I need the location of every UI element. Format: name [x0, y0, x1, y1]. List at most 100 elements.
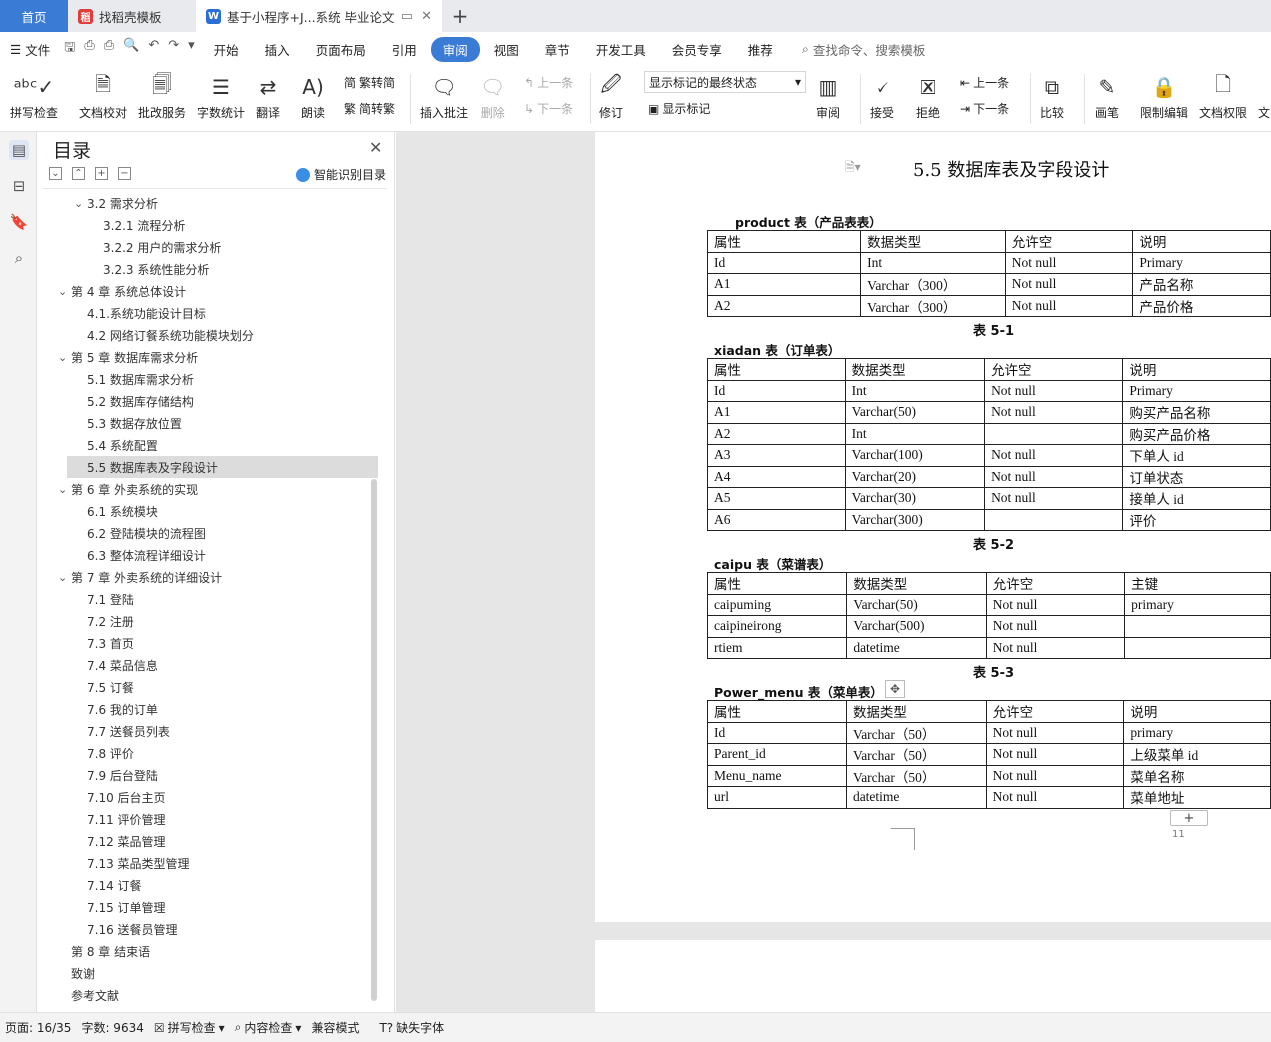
- toc-item[interactable]: ⌄ 第 6 章 外卖系统的实现: [43, 478, 378, 500]
- chevron-down-icon[interactable]: ⌄: [58, 571, 67, 584]
- table-cell[interactable]: 接单人 id: [1122, 487, 1271, 510]
- toc-item[interactable]: 7.1 登陆: [43, 588, 378, 610]
- table-cell[interactable]: 属性: [706, 230, 862, 253]
- outline-pane-icon[interactable]: ⊟: [9, 176, 29, 196]
- table-cell[interactable]: Primary: [1122, 379, 1271, 402]
- tab-pin-icon[interactable]: ▭: [401, 9, 413, 24]
- table-cell[interactable]: Int: [844, 422, 986, 445]
- menu-item-8[interactable]: 会员专享: [660, 37, 734, 62]
- table-cell[interactable]: Varchar(20): [844, 465, 986, 488]
- undo-icon[interactable]: ↶: [148, 38, 159, 60]
- more-button[interactable]: 文: [1258, 70, 1270, 121]
- word-count-button[interactable]: ☰ 字数统计: [197, 70, 245, 121]
- toc-item[interactable]: 4.2 网络订餐系统功能模块划分: [43, 324, 378, 346]
- table-cell[interactable]: 数据类型: [844, 358, 986, 381]
- toc-item[interactable]: 7.4 菜品信息: [43, 654, 378, 676]
- search-icon[interactable]: ⌕: [9, 248, 29, 268]
- toc-item[interactable]: 6.2 登陆模块的流程图: [43, 522, 378, 544]
- table-cell[interactable]: Id: [706, 251, 862, 274]
- menu-item-7[interactable]: 开发工具: [584, 37, 658, 62]
- toc-item[interactable]: 7.7 送餐员列表: [43, 720, 378, 742]
- spell-check-button[interactable]: ᵃᵇᶜ✓ 拼写检查: [10, 70, 58, 121]
- table-cell[interactable]: 购买产品名称: [1122, 401, 1271, 424]
- add-heading-icon[interactable]: +: [95, 167, 108, 180]
- show-markup-button[interactable]: ▣ 显示标记: [648, 100, 710, 117]
- table-cell[interactable]: Menu_name: [707, 764, 847, 787]
- table-cell[interactable]: Not null: [984, 401, 1124, 424]
- translate-button[interactable]: ⇄ 翻译: [256, 70, 280, 121]
- menu-item-5[interactable]: 视图: [482, 37, 531, 62]
- toc-item[interactable]: 6.3 整体流程详细设计: [43, 544, 378, 566]
- document-page[interactable]: 🗎▾ 5.5 数据库表及字段设计 product 表（产品表表） 属性 数据类型 允许…: [595, 132, 1271, 922]
- toc-item[interactable]: 7.10 后台主页: [43, 786, 378, 808]
- table-cell[interactable]: primary: [1124, 593, 1271, 616]
- table-cell[interactable]: A3: [707, 444, 846, 467]
- table-cell[interactable]: datetime: [846, 636, 987, 659]
- table-cell[interactable]: url: [707, 786, 847, 809]
- customize-icon[interactable]: ▾: [188, 38, 195, 60]
- toc-item[interactable]: 3.2.3 系统性能分析: [43, 258, 378, 280]
- toc-item[interactable]: ⌄ 第 7 章 外卖系统的详细设计: [43, 566, 378, 588]
- table-cell[interactable]: Not null: [984, 379, 1124, 402]
- toc-item[interactable]: ⌄ 第 4 章 系统总体设计: [43, 280, 378, 302]
- table-cell[interactable]: 说明: [1123, 700, 1271, 723]
- table-cell[interactable]: 属性: [707, 700, 847, 723]
- table-cell[interactable]: datetime: [845, 786, 987, 809]
- table-cell[interactable]: Not null: [984, 444, 1124, 467]
- table-cell[interactable]: Not null: [1004, 273, 1134, 296]
- save-icon[interactable]: 🖫: [64, 38, 75, 60]
- table-cell[interactable]: Id: [707, 379, 846, 402]
- table-cell[interactable]: 菜单名称: [1123, 764, 1271, 787]
- table-cell[interactable]: 评价: [1122, 508, 1271, 531]
- toc-item[interactable]: 7.8 评价: [43, 742, 378, 764]
- table-cell[interactable]: Not null: [985, 764, 1125, 787]
- pen-button[interactable]: ✎ 画笔: [1095, 70, 1119, 121]
- track-changes-button[interactable]: 🖉 修订: [599, 70, 623, 121]
- new-tab-button[interactable]: +: [442, 0, 478, 32]
- table-cell[interactable]: Not null: [985, 636, 1126, 659]
- table-cell[interactable]: Not null: [1004, 251, 1134, 274]
- data-table[interactable]: 属性 数据类型 允许空 说明 Id Varchar（50） Not null primary P…: [707, 700, 1271, 809]
- toc-item[interactable]: 7.2 注册: [43, 610, 378, 632]
- collapse-icon[interactable]: ⌄: [49, 167, 62, 180]
- table-cell[interactable]: 允许空: [985, 700, 1125, 723]
- tab-template[interactable]: 稻 找稻壳模板: [68, 0, 196, 32]
- toc-item[interactable]: 7.9 后台登陆: [43, 764, 378, 786]
- table-cell[interactable]: A4: [707, 465, 846, 488]
- table-cell[interactable]: Not null: [984, 487, 1124, 510]
- menu-item-9[interactable]: 推荐: [736, 37, 785, 62]
- table-cell[interactable]: Not null: [984, 465, 1124, 488]
- table-cell[interactable]: caipuming: [706, 593, 848, 616]
- close-icon[interactable]: ✕: [421, 9, 432, 24]
- table-cell[interactable]: A1: [706, 273, 862, 296]
- table-cell[interactable]: Parent_id: [707, 743, 847, 766]
- table-cell[interactable]: A2: [706, 294, 862, 317]
- toc-item[interactable]: ⌄ 3.2 需求分析: [43, 192, 378, 214]
- table-cell[interactable]: Not null: [985, 593, 1126, 616]
- data-table[interactable]: 属性 数据类型 允许空 主键 caipuming Varchar(50) Not null p…: [706, 572, 1271, 659]
- toc-item[interactable]: 7.3 首页: [43, 632, 378, 654]
- toc-item[interactable]: 5.3 数据存放位置: [43, 412, 378, 434]
- table-cell[interactable]: Varchar(50): [846, 593, 987, 616]
- toc-item[interactable]: 4.1.系统功能设计目标: [43, 302, 378, 324]
- simp-to-trad-button[interactable]: 繁简转繁: [344, 100, 395, 117]
- table-cell[interactable]: Primary: [1132, 251, 1271, 274]
- file-menu[interactable]: ☰ 文件: [0, 40, 60, 59]
- table-cell[interactable]: 数据类型: [846, 572, 987, 595]
- toc-item[interactable]: 7.6 我的订单: [43, 698, 378, 720]
- table-cell[interactable]: [1124, 636, 1271, 659]
- table-cell[interactable]: Varchar(50): [844, 401, 986, 424]
- toc-item[interactable]: 5.4 系统配置: [43, 434, 378, 456]
- menu-item-1[interactable]: 插入: [253, 37, 302, 62]
- table-cell[interactable]: Id: [707, 721, 847, 744]
- table-cell[interactable]: Varchar（50）: [845, 764, 987, 787]
- next-change-button[interactable]: ⇥ 下一条: [960, 100, 1009, 117]
- toc-item[interactable]: 5.1 数据库需求分析: [43, 368, 378, 390]
- toc-item[interactable]: 致谢: [43, 962, 378, 984]
- table-cell[interactable]: Varchar（300）: [860, 294, 1006, 317]
- table-cell[interactable]: Varchar(100): [844, 444, 986, 467]
- compare-button[interactable]: ⧉ 比较: [1040, 70, 1064, 121]
- table-cell[interactable]: 主键: [1124, 572, 1271, 595]
- print-icon[interactable]: ⎙: [104, 38, 114, 60]
- restrict-edit-button[interactable]: 🔒 限制编辑: [1140, 70, 1188, 121]
